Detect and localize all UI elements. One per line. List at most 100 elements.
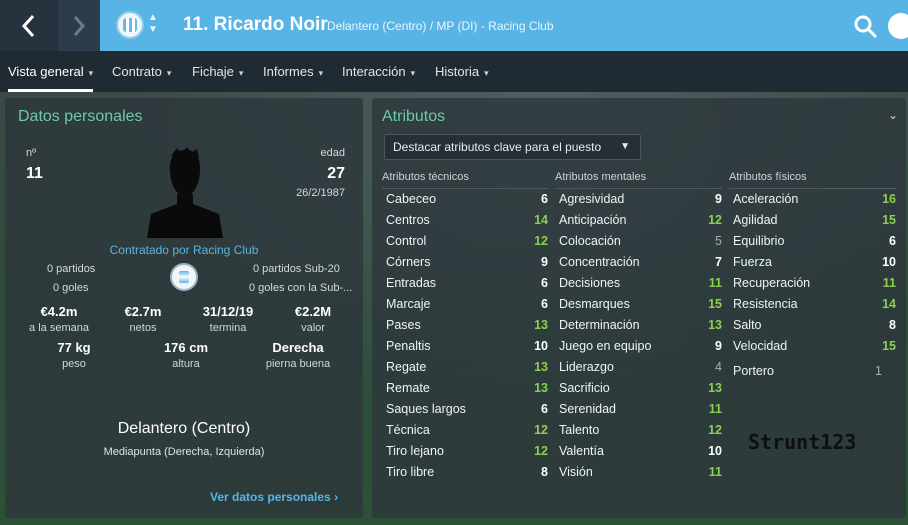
caret-down-icon: ▾: [410, 68, 416, 78]
attribute-value: 6: [889, 234, 896, 248]
search-icon[interactable]: [852, 13, 880, 41]
attribute-row: Colocación 5: [555, 231, 722, 252]
attribute-name: Determinación: [559, 318, 640, 332]
attribute-name: Cabeceo: [386, 192, 437, 206]
attribute-row: Regate 13: [382, 357, 548, 378]
foot-label: pierna buena: [265, 358, 331, 370]
height-value: 176 cm: [163, 340, 209, 355]
menu-label: Interacción: [342, 64, 406, 79]
attribute-name: Tiro lejano: [386, 444, 444, 458]
chevron-right-icon: ›: [334, 490, 339, 504]
attribute-row: Agilidad 15: [729, 210, 896, 231]
attribute-name: Regate: [386, 360, 427, 374]
attribute-value: 16: [882, 192, 896, 206]
club-badge-icon[interactable]: [116, 11, 144, 39]
attribute-name: Técnica: [386, 423, 430, 437]
contract-link[interactable]: Contratado por Racing Club: [5, 243, 363, 257]
attribute-value: 15: [708, 297, 722, 311]
attribute-value: 14: [534, 213, 548, 227]
attribute-name: Remate: [386, 381, 430, 395]
attribute-name: Decisiones: [559, 276, 621, 290]
attribute-row-goalkeeper: Portero 1: [729, 361, 896, 382]
player-subtitle: Delantero (Centro) / MP (DI) - Racing Cl…: [327, 19, 554, 33]
attribute-name: Portero: [733, 364, 774, 378]
attribute-name: Aceleración: [733, 192, 799, 206]
shirt-number: 11: [26, 165, 43, 182]
view-personal-data-link[interactable]: Ver datos personales ›: [210, 490, 338, 504]
caret-down-icon: ▾: [238, 68, 244, 78]
foot-value: Derecha: [272, 340, 324, 355]
main-position: Delantero (Centro): [117, 420, 251, 437]
menu-label: Informes: [263, 64, 314, 79]
attribute-row: Fuerza 10: [729, 252, 896, 273]
attribute-value: 12: [708, 213, 722, 227]
highlight-attributes-dropdown[interactable]: Destacar atributos clave para el puesto …: [384, 134, 641, 160]
attribute-value: 8: [889, 318, 896, 332]
mental-header: Atributos mentales: [555, 170, 722, 189]
forward-button[interactable]: [58, 0, 100, 51]
attribute-name: Córners: [386, 255, 431, 269]
attribute-name: Anticipación: [559, 213, 627, 227]
attribute-row: Concentración 7: [555, 252, 722, 273]
attribute-row: Pases 13: [382, 315, 548, 336]
attribute-name: Serenidad: [559, 402, 616, 416]
attribute-row: Sacrificio 13: [555, 378, 722, 399]
menu-informes[interactable]: Informes ▾: [263, 51, 323, 92]
attribute-value: 6: [541, 297, 548, 311]
attribute-name: Juego en equipo: [559, 339, 652, 353]
attribute-value: 13: [708, 318, 722, 332]
menu-historia[interactable]: Historia ▾: [435, 51, 489, 92]
attribute-name: Tiro libre: [386, 465, 435, 479]
back-button[interactable]: [0, 0, 58, 51]
attribute-name: Saques largos: [386, 402, 466, 416]
attribute-value: 5: [715, 234, 722, 248]
wage-label: a la semana: [29, 322, 89, 334]
menu-contrato[interactable]: Contrato ▾: [112, 51, 171, 92]
menu-interaccion[interactable]: Interacción ▾: [342, 51, 415, 92]
attribute-name: Sacrificio: [559, 381, 610, 395]
attribute-value: 13: [708, 381, 722, 395]
attribute-name: Control: [386, 234, 427, 248]
date-of-birth: 26/2/1987: [296, 187, 345, 199]
menu-label: Fichaje: [192, 64, 234, 79]
technical-column: Atributos técnicos Cabeceo 6 Centros 14 Cont…: [382, 170, 548, 483]
attribute-name: Velocidad: [733, 339, 788, 353]
attribute-row: Agresividad 9: [555, 189, 722, 210]
globe-icon[interactable]: [888, 13, 908, 39]
player-silhouette-icon: [147, 147, 223, 238]
attribute-value: 9: [541, 255, 548, 269]
attribute-name: Desmarques: [559, 297, 630, 311]
club-switch-icon[interactable]: ▲ ▼: [148, 12, 158, 36]
wage-value: €4.2m: [40, 304, 78, 319]
attribute-value: 11: [708, 402, 722, 416]
attribute-name: Pases: [386, 318, 421, 332]
attribute-value: 12: [708, 423, 722, 437]
attribute-row: Serenidad 11: [555, 399, 722, 420]
attribute-name: Visión: [559, 465, 593, 479]
chevron-down-icon[interactable]: ⌄: [888, 108, 898, 122]
u20-goals: 0 goles con la Sub-...: [249, 282, 353, 294]
u20-matches: 0 partidos Sub-20: [253, 263, 340, 275]
attribute-value: 4: [715, 360, 722, 374]
attribute-row: Técnica 12: [382, 420, 548, 441]
attribute-row: Anticipación 12: [555, 210, 722, 231]
attribute-value: 10: [708, 444, 722, 458]
attribute-row: Córners 9: [382, 252, 548, 273]
menu-vista-general[interactable]: Vista general ▾: [8, 51, 94, 92]
attribute-value: 12: [534, 423, 548, 437]
height-label: altura: [172, 358, 200, 370]
physical-list: Aceleración 16 Agilidad 15 Equilibrio 6 Fuerza…: [729, 189, 896, 357]
mental-column: Atributos mentales Agresividad 9 Anticipac…: [555, 170, 722, 483]
caret-down-icon: ▾: [318, 68, 324, 78]
menu-fichaje[interactable]: Fichaje ▾: [192, 51, 243, 92]
menu-label: Vista general: [8, 64, 84, 79]
attribute-name: Colocación: [559, 234, 621, 248]
attribute-row: Recuperación 11: [729, 273, 896, 294]
market-value: €2.2M: [294, 304, 332, 319]
physical-header: Atributos físicos: [729, 170, 896, 189]
attribute-row: Juego en equipo 9: [555, 336, 722, 357]
attribute-name: Liderazgo: [559, 360, 614, 374]
attribute-value: 6: [541, 276, 548, 290]
attributes-panel: Atributos ⌄ Destacar atributos clave par…: [372, 98, 906, 518]
attribute-value: 9: [715, 339, 722, 353]
